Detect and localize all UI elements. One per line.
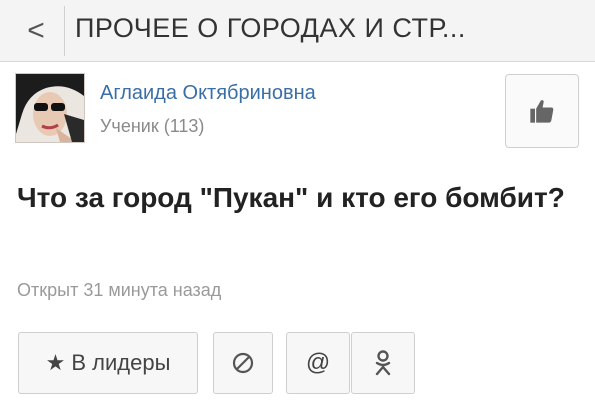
page-title: ПРОЧЕЕ О ГОРОДАХ И СТР... xyxy=(75,13,466,43)
at-icon: @ xyxy=(305,349,331,376)
star-icon: ★ xyxy=(45,350,66,375)
opened-time: Открыт 31 минута назад xyxy=(17,280,222,300)
odnoklassniki-share-button[interactable] xyxy=(351,332,415,394)
avatar-image xyxy=(16,74,84,142)
avatar[interactable] xyxy=(15,73,85,143)
odnoklassniki-icon xyxy=(375,350,391,376)
thumbs-up-icon xyxy=(530,100,554,123)
mail-share-button[interactable]: @ xyxy=(286,332,350,394)
block-icon xyxy=(232,352,254,374)
like-button[interactable] xyxy=(505,74,579,148)
leaders-label: В лидеры xyxy=(71,350,171,375)
block-button[interactable] xyxy=(213,332,273,394)
header-bar: < ПРОЧЕЕ О ГОРОДАХ И СТР... xyxy=(0,0,595,62)
author-name[interactable]: Аглаида Октябриновна xyxy=(100,82,316,105)
header-divider xyxy=(64,6,65,56)
leaders-button[interactable]: ★ В лидеры xyxy=(18,332,198,394)
question-text: Что за город "Пукан" и кто его бомбит? xyxy=(17,182,565,213)
back-button[interactable]: < xyxy=(16,10,56,52)
author-role: Ученик (113) xyxy=(100,116,205,136)
